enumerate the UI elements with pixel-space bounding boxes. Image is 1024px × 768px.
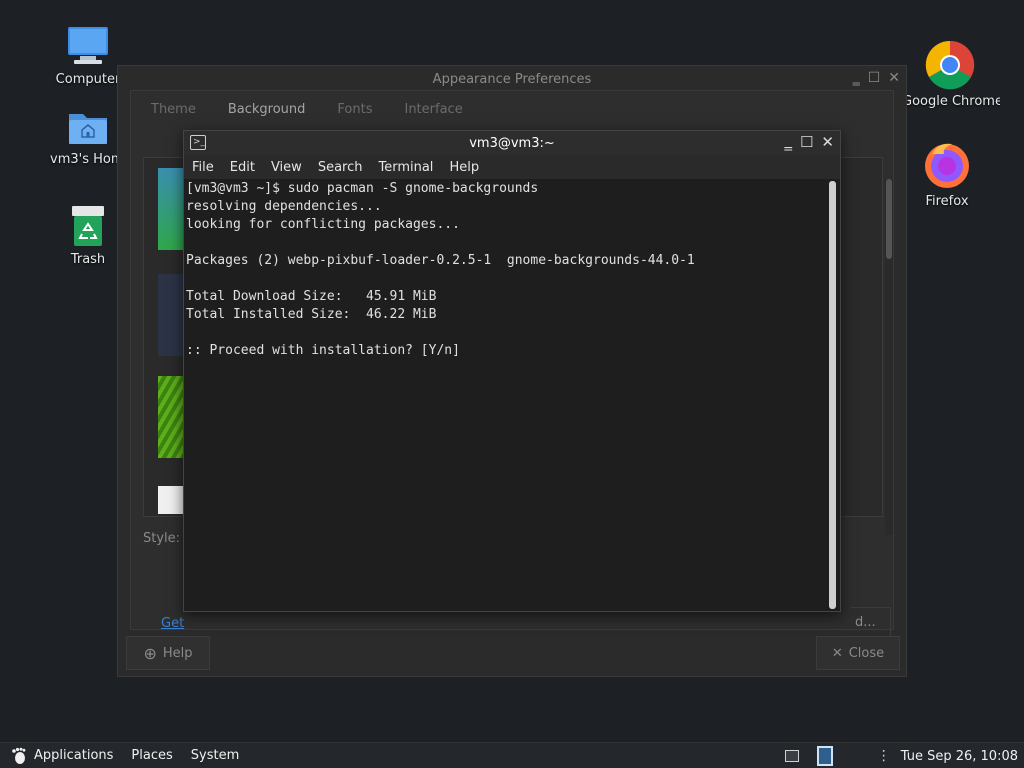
terminal-scrollbar[interactable] bbox=[829, 181, 836, 609]
workspace-switcher-icon[interactable] bbox=[816, 746, 833, 766]
menu-view[interactable]: View bbox=[271, 160, 302, 175]
terminal-title: vm3@vm3:~ bbox=[469, 135, 555, 151]
menu-help[interactable]: Help bbox=[449, 160, 479, 175]
chrome-icon bbox=[925, 40, 975, 90]
terminal-titlebar[interactable]: >_ vm3@vm3:~ ‗ ☐ ✕ bbox=[184, 131, 840, 155]
terminal-line: Total Download Size: 45.91 MiB bbox=[186, 289, 437, 304]
trash-icon bbox=[66, 204, 110, 248]
style-label: Style: bbox=[143, 531, 181, 546]
terminal-line: Total Installed Size: 46.22 MiB bbox=[186, 307, 437, 322]
applications-label: Applications bbox=[34, 748, 114, 763]
terminal-line: resolving dependencies... bbox=[186, 199, 382, 214]
add-button[interactable]: d... bbox=[851, 607, 891, 639]
help-button[interactable]: ⊕ Help bbox=[126, 636, 210, 670]
desktop-icon-label: Google Chrome bbox=[902, 94, 1000, 109]
minimize-icon[interactable]: ‗ bbox=[784, 133, 792, 151]
firefox-icon bbox=[922, 140, 972, 190]
clock[interactable]: Tue Sep 26, 10:08 bbox=[901, 749, 1018, 764]
gnome-foot-icon bbox=[12, 747, 26, 764]
home-folder-icon bbox=[66, 104, 110, 148]
terminal-line: Packages (2) webp-pixbuf-loader-0.2.5-1 … bbox=[186, 253, 695, 268]
maximize-icon[interactable]: ☐ bbox=[800, 133, 813, 151]
menu-edit[interactable]: Edit bbox=[230, 160, 255, 175]
terminal-line: ​ bbox=[186, 324, 826, 342]
terminal-line: ​ bbox=[186, 234, 826, 252]
close-icon: ✕ bbox=[831, 645, 843, 661]
desktop-icon-label: Firefox bbox=[925, 194, 969, 209]
terminal-line: ​ bbox=[186, 270, 826, 288]
close-button[interactable]: ✕ Close bbox=[816, 636, 900, 670]
desktop-icon-firefox[interactable]: Firefox bbox=[905, 140, 989, 209]
monitor-icon bbox=[66, 24, 110, 68]
close-icon[interactable]: ✕ bbox=[821, 133, 834, 151]
show-desktop-icon[interactable] bbox=[784, 750, 799, 762]
terminal-line: [vm3@vm3 ~]$ sudo pacman -S gnome-backgr… bbox=[186, 181, 539, 196]
terminal-icon: >_ bbox=[190, 135, 206, 150]
tab-fonts[interactable]: Fonts bbox=[337, 102, 372, 117]
window-titlebar[interactable]: Appearance Preferences ‗ ☐ ✕ bbox=[118, 66, 906, 92]
terminal-window: >_ vm3@vm3:~ ‗ ☐ ✕ File Edit View Search… bbox=[183, 130, 841, 612]
window-title: Appearance Preferences bbox=[432, 71, 592, 87]
tab-theme[interactable]: Theme bbox=[151, 102, 196, 117]
tab-background[interactable]: Background bbox=[228, 102, 306, 117]
tab-interface[interactable]: Interface bbox=[404, 102, 462, 117]
close-icon[interactable]: ✕ bbox=[888, 70, 900, 86]
bottom-panel: Applications Places System ⋮ Tue Sep 26,… bbox=[0, 742, 1024, 768]
applications-menu[interactable]: Applications bbox=[10, 747, 113, 765]
wallpaper-scrollbar[interactable] bbox=[885, 179, 893, 535]
panel-handle-icon[interactable]: ⋮ bbox=[877, 748, 891, 764]
system-menu[interactable]: System bbox=[191, 748, 239, 763]
get-more-link[interactable]: Get bbox=[161, 616, 184, 631]
desktop-icon-chrome[interactable]: Google Chrome bbox=[900, 40, 1000, 109]
terminal-menubar: File Edit View Search Terminal Help bbox=[184, 155, 840, 179]
help-icon: ⊕ bbox=[143, 643, 157, 663]
places-menu[interactable]: Places bbox=[131, 748, 172, 763]
menu-search[interactable]: Search bbox=[318, 160, 363, 175]
close-button-label: Close bbox=[848, 645, 885, 661]
terminal-line: looking for conflicting packages... bbox=[186, 217, 460, 232]
menu-file[interactable]: File bbox=[192, 160, 214, 175]
menu-terminal[interactable]: Terminal bbox=[378, 160, 433, 175]
terminal-line: :: Proceed with installation? [Y/n] bbox=[186, 343, 460, 358]
minimize-icon[interactable]: ‗ bbox=[853, 70, 860, 86]
help-button-label: Help bbox=[162, 645, 193, 661]
maximize-icon[interactable]: ☐ bbox=[868, 70, 881, 86]
terminal-output[interactable]: [vm3@vm3 ~]$ sudo pacman -S gnome-backgr… bbox=[184, 179, 828, 611]
